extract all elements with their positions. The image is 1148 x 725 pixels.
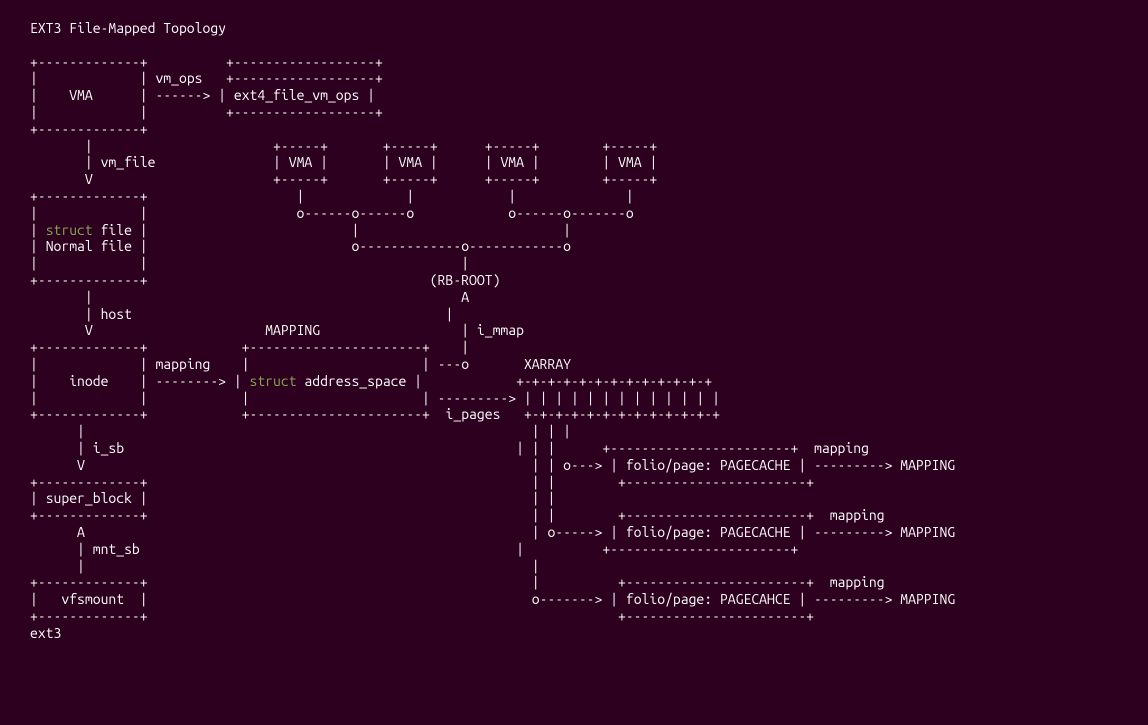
file-label: file [101, 222, 132, 238]
ascii-diagram: EXT3 File-Mapped Topology +-------------… [0, 0, 1148, 661]
i-mmap-label: i_mmap [477, 322, 524, 338]
normal-file-label: Normal file [46, 238, 132, 254]
mapping-out-3: mapping [830, 574, 885, 590]
vm-file-label: vm_file [101, 154, 156, 170]
folio-1: folio/page: PAGECACHE [626, 457, 791, 473]
mapping-target-1: MAPPING [900, 457, 955, 473]
address-space-box: address_space [304, 373, 406, 389]
vma-box: VMA [69, 87, 93, 103]
vma-box-4: VMA [500, 154, 524, 170]
mnt-sb-label: mnt_sb [93, 541, 140, 557]
vm-ops-label: vm_ops [155, 70, 202, 86]
folio-2: folio/page: PAGECACHE [626, 524, 791, 540]
i-sb-label: i_sb [93, 440, 124, 456]
mapping-target-2: MAPPING [900, 524, 955, 540]
struct-keyword-2: struct [250, 373, 297, 389]
ext4-ops-box: ext4_file_vm_ops [234, 87, 359, 103]
vma-box-3: VMA [399, 154, 423, 170]
rb-root-label: (RB-ROOT) [430, 272, 501, 288]
mapping-header: MAPPING [265, 322, 320, 338]
diagram-title: EXT3 File-Mapped Topology [30, 20, 226, 36]
vfsmount-box: vfsmount [61, 591, 124, 607]
mapping-target-3: MAPPING [900, 591, 955, 607]
struct-keyword-1: struct [46, 222, 93, 238]
host-label: host [101, 306, 132, 322]
vma-box-5: VMA [618, 154, 642, 170]
xarray-label: XARRAY [524, 356, 571, 372]
i-pages-label: i_pages [446, 406, 501, 422]
mapping-out-2: mapping [830, 507, 885, 523]
ext3-label: ext3 [30, 625, 61, 641]
mapping-label: mapping [155, 356, 210, 372]
inode-box: inode [69, 373, 108, 389]
super-block-box: super_block [46, 490, 132, 506]
folio-3: folio/page: PAGECAHCE [626, 591, 791, 607]
vma-box-2: VMA [289, 154, 313, 170]
mapping-out-1: mapping [814, 440, 869, 456]
